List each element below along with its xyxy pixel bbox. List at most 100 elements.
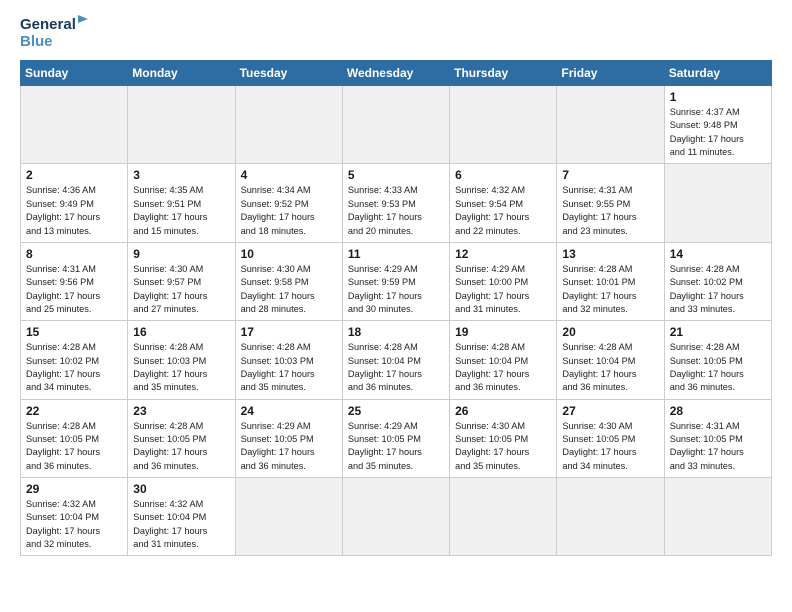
- day-info: Sunrise: 4:28 AMSunset: 10:04 PMDaylight…: [455, 341, 551, 394]
- day-number: 25: [348, 404, 444, 418]
- empty-cell: [235, 86, 342, 164]
- day-info: Sunrise: 4:32 AMSunset: 10:04 PMDaylight…: [133, 498, 229, 551]
- logo-flag-icon: [76, 14, 90, 28]
- col-header-friday: Friday: [557, 61, 664, 86]
- empty-cell: [21, 86, 128, 164]
- calendar-table: SundayMondayTuesdayWednesdayThursdayFrid…: [20, 60, 772, 556]
- day-number: 24: [241, 404, 337, 418]
- day-info: Sunrise: 4:28 AMSunset: 10:04 PMDaylight…: [562, 341, 658, 394]
- day-info: Sunrise: 4:31 AMSunset: 10:05 PMDaylight…: [670, 420, 766, 473]
- day-cell: 28 Sunrise: 4:31 AMSunset: 10:05 PMDaylig…: [664, 399, 771, 477]
- day-info: Sunrise: 4:33 AMSunset: 9:53 PMDaylight:…: [348, 184, 444, 237]
- day-number: 11: [348, 247, 444, 261]
- day-cell: 22 Sunrise: 4:28 AMSunset: 10:05 PMDaylig…: [21, 399, 128, 477]
- day-info: Sunrise: 4:29 AMSunset: 9:59 PMDaylight:…: [348, 263, 444, 316]
- day-cell: 2Sunrise: 4:36 AMSunset: 9:49 PMDaylight…: [21, 164, 128, 242]
- day-info: Sunrise: 4:32 AMSunset: 10:04 PMDaylight…: [26, 498, 122, 551]
- day-number: 3: [133, 168, 229, 182]
- day-number: 29: [26, 482, 122, 496]
- day-cell: [664, 164, 771, 242]
- day-cell: 15Sunrise: 4:28 AMSunset: 10:02 PMDaylig…: [21, 321, 128, 399]
- day-info: Sunrise: 4:28 AMSunset: 10:03 PMDaylight…: [133, 341, 229, 394]
- day-cell: 27Sunrise: 4:30 AMSunset: 10:05 PMDaylig…: [557, 399, 664, 477]
- col-header-monday: Monday: [128, 61, 235, 86]
- day-info: Sunrise: 4:28 AMSunset: 10:05 PMDaylight…: [670, 341, 766, 394]
- day-number: 15: [26, 325, 122, 339]
- day-info: Sunrise: 4:28 AMSunset: 10:04 PMDaylight…: [348, 341, 444, 394]
- day-number: 16: [133, 325, 229, 339]
- day-info: Sunrise: 4:29 AMSunset: 10:05 PMDaylight…: [348, 420, 444, 473]
- day-number: 22: [26, 404, 122, 418]
- day-info: Sunrise: 4:28 AMSunset: 10:02 PMDaylight…: [670, 263, 766, 316]
- day-cell: 10Sunrise: 4:30 AMSunset: 9:58 PMDayligh…: [235, 242, 342, 320]
- col-header-tuesday: Tuesday: [235, 61, 342, 86]
- day-info: Sunrise: 4:28 AMSunset: 10:01 PMDaylight…: [562, 263, 658, 316]
- day-cell: 17Sunrise: 4:28 AMSunset: 10:03 PMDaylig…: [235, 321, 342, 399]
- day-info: Sunrise: 4:28 AMSunset: 10:05 PMDaylight…: [26, 420, 122, 473]
- day-info: Sunrise: 4:30 AMSunset: 9:57 PMDaylight:…: [133, 263, 229, 316]
- day-info: Sunrise: 4:31 AMSunset: 9:55 PMDaylight:…: [562, 184, 658, 237]
- day-cell: [450, 477, 557, 555]
- day-number: 19: [455, 325, 551, 339]
- day-number: 28: [670, 404, 766, 418]
- day-number: 5: [348, 168, 444, 182]
- week-row: 1 Sunrise: 4:37 AMSunset: 9:48 PMDaylight…: [21, 86, 772, 164]
- day-number: 2: [26, 168, 122, 182]
- day-cell: 6 Sunrise: 4:32 AMSunset: 9:54 PMDaylight…: [450, 164, 557, 242]
- day-cell: 14Sunrise: 4:28 AMSunset: 10:02 PMDaylig…: [664, 242, 771, 320]
- logo: General Blue: [20, 16, 80, 50]
- day-cell: [557, 477, 664, 555]
- day-cell: 26Sunrise: 4:30 AMSunset: 10:05 PMDaylig…: [450, 399, 557, 477]
- day-cell: 16 Sunrise: 4:28 AMSunset: 10:03 PMDaylig…: [128, 321, 235, 399]
- day-number: 12: [455, 247, 551, 261]
- day-number: 23: [133, 404, 229, 418]
- day-cell: 1 Sunrise: 4:37 AMSunset: 9:48 PMDaylight…: [664, 86, 771, 164]
- day-cell: 9 Sunrise: 4:30 AMSunset: 9:57 PMDaylight…: [128, 242, 235, 320]
- day-cell: 11 Sunrise: 4:29 AMSunset: 9:59 PMDayligh…: [342, 242, 449, 320]
- day-info: Sunrise: 4:29 AMSunset: 10:00 PMDaylight…: [455, 263, 551, 316]
- day-number: 7: [562, 168, 658, 182]
- day-cell: [235, 477, 342, 555]
- day-cell: 30Sunrise: 4:32 AMSunset: 10:04 PMDaylig…: [128, 477, 235, 555]
- logo-text-general: General: [20, 16, 76, 33]
- empty-cell: [450, 86, 557, 164]
- col-header-thursday: Thursday: [450, 61, 557, 86]
- empty-cell: [557, 86, 664, 164]
- day-cell: 24 Sunrise: 4:29 AMSunset: 10:05 PMDaylig…: [235, 399, 342, 477]
- col-header-sunday: Sunday: [21, 61, 128, 86]
- day-info: Sunrise: 4:32 AMSunset: 9:54 PMDaylight:…: [455, 184, 551, 237]
- day-cell: [342, 477, 449, 555]
- day-info: Sunrise: 4:37 AMSunset: 9:48 PMDaylight:…: [670, 106, 766, 159]
- logo-text-blue: Blue: [20, 34, 76, 51]
- day-cell: 12 Sunrise: 4:29 AMSunset: 10:00 PMDaylig…: [450, 242, 557, 320]
- header: General Blue: [20, 16, 772, 50]
- header-row: SundayMondayTuesdayWednesdayThursdayFrid…: [21, 61, 772, 86]
- day-cell: 8 Sunrise: 4:31 AMSunset: 9:56 PMDaylight…: [21, 242, 128, 320]
- day-info: Sunrise: 4:29 AMSunset: 10:05 PMDaylight…: [241, 420, 337, 473]
- week-row: 29 Sunrise: 4:32 AMSunset: 10:04 PMDaylig…: [21, 477, 772, 555]
- day-cell: 25 Sunrise: 4:29 AMSunset: 10:05 PMDaylig…: [342, 399, 449, 477]
- day-number: 18: [348, 325, 444, 339]
- week-row: 8 Sunrise: 4:31 AMSunset: 9:56 PMDaylight…: [21, 242, 772, 320]
- day-cell: 7 Sunrise: 4:31 AMSunset: 9:55 PMDaylight…: [557, 164, 664, 242]
- day-number: 20: [562, 325, 658, 339]
- day-number: 8: [26, 247, 122, 261]
- day-number: 21: [670, 325, 766, 339]
- day-info: Sunrise: 4:28 AMSunset: 10:05 PMDaylight…: [133, 420, 229, 473]
- day-cell: 3Sunrise: 4:35 AMSunset: 9:51 PMDaylight…: [128, 164, 235, 242]
- day-number: 1: [670, 90, 766, 104]
- day-number: 27: [562, 404, 658, 418]
- col-header-wednesday: Wednesday: [342, 61, 449, 86]
- day-info: Sunrise: 4:34 AMSunset: 9:52 PMDaylight:…: [241, 184, 337, 237]
- col-header-saturday: Saturday: [664, 61, 771, 86]
- day-info: Sunrise: 4:31 AMSunset: 9:56 PMDaylight:…: [26, 263, 122, 316]
- day-number: 13: [562, 247, 658, 261]
- day-number: 4: [241, 168, 337, 182]
- week-row: 22 Sunrise: 4:28 AMSunset: 10:05 PMDaylig…: [21, 399, 772, 477]
- day-number: 6: [455, 168, 551, 182]
- day-cell: 5 Sunrise: 4:33 AMSunset: 9:53 PMDaylight…: [342, 164, 449, 242]
- day-cell: [664, 477, 771, 555]
- day-cell: 21 Sunrise: 4:28 AMSunset: 10:05 PMDaylig…: [664, 321, 771, 399]
- day-number: 9: [133, 247, 229, 261]
- day-number: 10: [241, 247, 337, 261]
